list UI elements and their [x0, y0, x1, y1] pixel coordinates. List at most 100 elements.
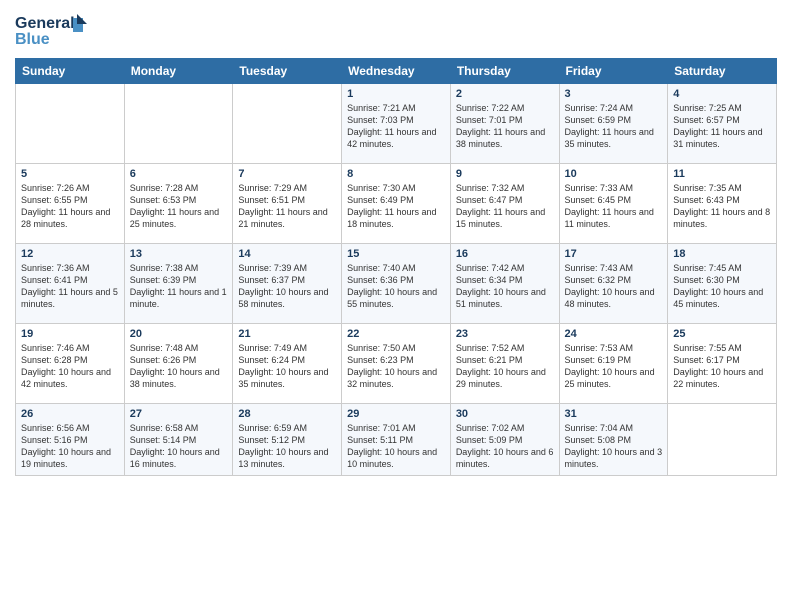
calendar-cell: 13 Sunrise: 7:38 AM Sunset: 6:39 PM Dayli… — [124, 244, 233, 324]
cell-content: Sunrise: 7:22 AM Sunset: 7:01 PM Dayligh… — [456, 102, 554, 151]
calendar-cell: 6 Sunrise: 7:28 AM Sunset: 6:53 PM Daylig… — [124, 164, 233, 244]
day-number: 3 — [565, 88, 663, 100]
calendar-cell: 12 Sunrise: 7:36 AM Sunset: 6:41 PM Dayli… — [16, 244, 125, 324]
calendar-cell: 14Sunrise: 7:39 AM Sunset: 6:37 PM Dayli… — [233, 244, 342, 324]
cell-content: Sunrise: 7:46 AM Sunset: 6:28 PM Dayligh… — [21, 342, 119, 391]
day-number: 26 — [21, 408, 119, 420]
week-row-5: 26 Sunrise: 6:56 AM Sunset: 5:16 PM Dayli… — [16, 404, 777, 476]
calendar-cell: 28 Sunrise: 6:59 AM Sunset: 5:12 PM Dayli… — [233, 404, 342, 476]
calendar-cell: 9Sunrise: 7:32 AM Sunset: 6:47 PM Daylig… — [450, 164, 559, 244]
cell-content: Sunrise: 7:26 AM Sunset: 6:55 PM Dayligh… — [21, 182, 119, 231]
day-number: 9 — [456, 168, 554, 180]
calendar-cell: 19 Sunrise: 7:46 AM Sunset: 6:28 PM Dayli… — [16, 324, 125, 404]
cell-content: Sunrise: 7:55 AM Sunset: 6:17 PM Dayligh… — [673, 342, 771, 391]
day-number: 19 — [21, 328, 119, 340]
header: General Blue — [15, 10, 777, 50]
cell-content: Sunrise: 6:56 AM Sunset: 5:16 PM Dayligh… — [21, 422, 119, 471]
calendar-cell: 10 Sunrise: 7:33 AM Sunset: 6:45 PM Dayli… — [559, 164, 668, 244]
calendar-cell — [124, 84, 233, 164]
calendar-cell: 21 Sunrise: 7:49 AM Sunset: 6:24 PM Dayli… — [233, 324, 342, 404]
day-number: 6 — [130, 168, 228, 180]
calendar-cell: 3 Sunrise: 7:24 AM Sunset: 6:59 PM Daylig… — [559, 84, 668, 164]
svg-text:General: General — [15, 15, 75, 32]
cell-content: Sunrise: 7:02 AM Sunset: 5:09 PM Dayligh… — [456, 422, 554, 471]
day-number: 10 — [565, 168, 663, 180]
calendar-cell: 30 Sunrise: 7:02 AM Sunset: 5:09 PM Dayli… — [450, 404, 559, 476]
day-number: 18 — [673, 248, 771, 260]
day-number: 2 — [456, 88, 554, 100]
calendar-cell: 29 Sunrise: 7:01 AM Sunset: 5:11 PM Dayli… — [342, 404, 451, 476]
calendar-cell: 8Sunrise: 7:30 AM Sunset: 6:49 PM Daylig… — [342, 164, 451, 244]
calendar-cell: 22 Sunrise: 7:50 AM Sunset: 6:23 PM Dayli… — [342, 324, 451, 404]
cell-content: Sunrise: 7:42 AM Sunset: 6:34 PM Dayligh… — [456, 262, 554, 311]
cell-content: Sunrise: 7:24 AM Sunset: 6:59 PM Dayligh… — [565, 102, 663, 151]
day-number: 5 — [21, 168, 119, 180]
cell-content: Sunrise: 7:35 AM Sunset: 6:43 PM Dayligh… — [673, 182, 771, 231]
calendar-cell: 16 Sunrise: 7:42 AM Sunset: 6:34 PM Dayli… — [450, 244, 559, 324]
page: General Blue SundayMondayTuesdayWednesda… — [0, 0, 792, 612]
calendar-cell: 26 Sunrise: 6:56 AM Sunset: 5:16 PM Dayli… — [16, 404, 125, 476]
cell-content: Sunrise: 6:59 AM Sunset: 5:12 PM Dayligh… — [238, 422, 336, 471]
day-header-friday: Friday — [559, 59, 668, 84]
day-number: 11 — [673, 168, 771, 180]
day-number: 25 — [673, 328, 771, 340]
day-number: 30 — [456, 408, 554, 420]
day-number: 28 — [238, 408, 336, 420]
cell-content: Sunrise: 7:45 AM Sunset: 6:30 PM Dayligh… — [673, 262, 771, 311]
day-number: 13 — [130, 248, 228, 260]
cell-content: Sunrise: 7:39 AM Sunset: 6:37 PM Dayligh… — [238, 262, 336, 311]
day-number: 12 — [21, 248, 119, 260]
day-header-saturday: Saturday — [668, 59, 777, 84]
cell-content: Sunrise: 6:58 AM Sunset: 5:14 PM Dayligh… — [130, 422, 228, 471]
calendar-cell — [233, 84, 342, 164]
day-number: 4 — [673, 88, 771, 100]
cell-content: Sunrise: 7:49 AM Sunset: 6:24 PM Dayligh… — [238, 342, 336, 391]
cell-content: Sunrise: 7:50 AM Sunset: 6:23 PM Dayligh… — [347, 342, 445, 391]
day-header-sunday: Sunday — [16, 59, 125, 84]
cell-content: Sunrise: 7:28 AM Sunset: 6:53 PM Dayligh… — [130, 182, 228, 231]
week-row-1: 1 Sunrise: 7:21 AM Sunset: 7:03 PM Daylig… — [16, 84, 777, 164]
cell-content: Sunrise: 7:38 AM Sunset: 6:39 PM Dayligh… — [130, 262, 228, 311]
week-row-2: 5 Sunrise: 7:26 AM Sunset: 6:55 PM Daylig… — [16, 164, 777, 244]
day-number: 7 — [238, 168, 336, 180]
cell-content: Sunrise: 7:04 AM Sunset: 5:08 PM Dayligh… — [565, 422, 663, 471]
logo-icon: General Blue — [15, 10, 87, 50]
cell-content: Sunrise: 7:43 AM Sunset: 6:32 PM Dayligh… — [565, 262, 663, 311]
cell-content: Sunrise: 7:21 AM Sunset: 7:03 PM Dayligh… — [347, 102, 445, 151]
calendar-cell: 5 Sunrise: 7:26 AM Sunset: 6:55 PM Daylig… — [16, 164, 125, 244]
calendar-cell: 31 Sunrise: 7:04 AM Sunset: 5:08 PM Dayli… — [559, 404, 668, 476]
svg-text:Blue: Blue — [15, 31, 50, 48]
day-number: 24 — [565, 328, 663, 340]
day-number: 1 — [347, 88, 445, 100]
cell-content: Sunrise: 7:30 AM Sunset: 6:49 PM Dayligh… — [347, 182, 445, 231]
calendar-cell: 20Sunrise: 7:48 AM Sunset: 6:26 PM Dayli… — [124, 324, 233, 404]
calendar-cell: 11 Sunrise: 7:35 AM Sunset: 6:43 PM Dayli… — [668, 164, 777, 244]
cell-content: Sunrise: 7:25 AM Sunset: 6:57 PM Dayligh… — [673, 102, 771, 151]
day-header-monday: Monday — [124, 59, 233, 84]
cell-content: Sunrise: 7:52 AM Sunset: 6:21 PM Dayligh… — [456, 342, 554, 391]
calendar-table: SundayMondayTuesdayWednesdayThursdayFrid… — [15, 58, 777, 476]
calendar-cell: 23Sunrise: 7:52 AM Sunset: 6:21 PM Dayli… — [450, 324, 559, 404]
day-number: 29 — [347, 408, 445, 420]
cell-content: Sunrise: 7:36 AM Sunset: 6:41 PM Dayligh… — [21, 262, 119, 311]
day-header-wednesday: Wednesday — [342, 59, 451, 84]
week-row-3: 12 Sunrise: 7:36 AM Sunset: 6:41 PM Dayli… — [16, 244, 777, 324]
cell-content: Sunrise: 7:53 AM Sunset: 6:19 PM Dayligh… — [565, 342, 663, 391]
calendar-cell: 18 Sunrise: 7:45 AM Sunset: 6:30 PM Dayli… — [668, 244, 777, 324]
cell-content: Sunrise: 7:01 AM Sunset: 5:11 PM Dayligh… — [347, 422, 445, 471]
day-number: 17 — [565, 248, 663, 260]
day-number: 22 — [347, 328, 445, 340]
cell-content: Sunrise: 7:33 AM Sunset: 6:45 PM Dayligh… — [565, 182, 663, 231]
day-number: 31 — [565, 408, 663, 420]
calendar-cell: 27 Sunrise: 6:58 AM Sunset: 5:14 PM Dayli… — [124, 404, 233, 476]
cell-content: Sunrise: 7:48 AM Sunset: 6:26 PM Dayligh… — [130, 342, 228, 391]
calendar-cell: 1 Sunrise: 7:21 AM Sunset: 7:03 PM Daylig… — [342, 84, 451, 164]
calendar-cell: 4 Sunrise: 7:25 AM Sunset: 6:57 PM Daylig… — [668, 84, 777, 164]
calendar-cell: 24 Sunrise: 7:53 AM Sunset: 6:19 PM Dayli… — [559, 324, 668, 404]
day-header-thursday: Thursday — [450, 59, 559, 84]
calendar-cell: 17 Sunrise: 7:43 AM Sunset: 6:32 PM Dayli… — [559, 244, 668, 324]
day-number: 15 — [347, 248, 445, 260]
day-number: 21 — [238, 328, 336, 340]
day-number: 16 — [456, 248, 554, 260]
day-number: 27 — [130, 408, 228, 420]
